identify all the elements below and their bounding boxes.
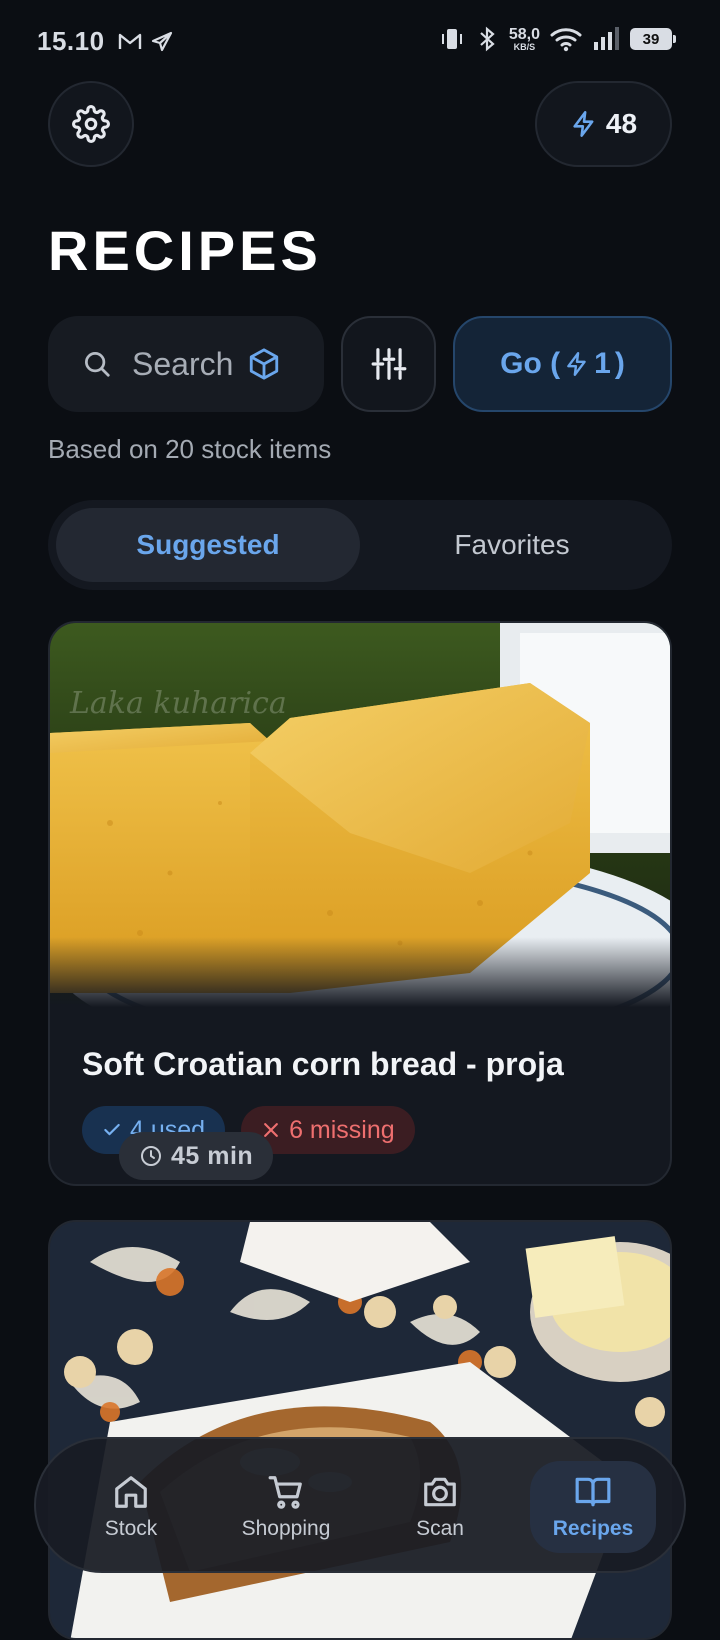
nav-scan-label: Scan [416, 1517, 464, 1540]
go-label-prefix: Go ( [500, 347, 561, 380]
go-button[interactable]: Go ( 1 ) [453, 316, 672, 412]
nav-shopping[interactable]: Shopping [223, 1461, 349, 1553]
wifi-icon [550, 26, 582, 52]
credits-count: 48 [605, 108, 638, 139]
check-icon [102, 1120, 122, 1140]
nav-stock-label: Stock [104, 1517, 158, 1540]
search-bar[interactable] [48, 316, 324, 412]
camera-icon [420, 1473, 460, 1511]
missing-label: 6 missing [289, 1115, 395, 1144]
net-speed-unit: KB/S [513, 41, 536, 52]
lightning-icon [570, 109, 598, 139]
tab-favorites[interactable]: Favorites [360, 508, 664, 582]
search-icon [82, 349, 112, 379]
home-icon [112, 1473, 150, 1511]
nav-scan[interactable]: Scan [377, 1461, 503, 1553]
time-chip: 45 min [119, 1132, 274, 1180]
lightning-icon [564, 350, 590, 378]
battery-icon: 39 [630, 28, 676, 50]
recipe-card[interactable]: Laka kuharica Soft Croatian corn bread -… [48, 621, 672, 1186]
nav-shopping-label: Shopping [241, 1517, 331, 1540]
go-cost: 1 [594, 347, 611, 380]
nav-recipes[interactable]: Recipes [530, 1461, 656, 1553]
recipe-card[interactable] [48, 1220, 672, 1640]
bluetooth-icon [475, 26, 499, 52]
bottom-navigation: Stock Shopping Scan Recipes [34, 1437, 686, 1573]
cart-icon [266, 1473, 306, 1511]
gmail-icon [118, 30, 142, 54]
signal-icon [592, 26, 620, 52]
book-icon [573, 1473, 613, 1511]
settings-button[interactable] [48, 81, 134, 167]
nav-stock[interactable]: Stock [68, 1461, 194, 1553]
filter-button[interactable] [341, 316, 436, 412]
page-title: RECIPES [48, 219, 322, 282]
recipe-title: Soft Croatian corn bread - proja [82, 1046, 564, 1082]
search-input[interactable] [132, 345, 237, 383]
go-label-suffix: ) [614, 347, 625, 380]
recipe-watermark: Laka kuharica [69, 686, 287, 721]
status-time: 15.10 [37, 26, 105, 56]
sliders-icon [370, 345, 408, 383]
vibrate-icon [439, 26, 465, 52]
recipe-image: Laka kuharica [50, 623, 670, 1007]
time-label: 45 min [171, 1141, 254, 1170]
stock-box-icon[interactable] [247, 347, 281, 381]
nav-recipes-label: Recipes [552, 1517, 634, 1540]
clock-icon [139, 1144, 163, 1168]
tab-suggested[interactable]: Suggested [56, 508, 360, 582]
credits-badge[interactable]: 48 [535, 81, 672, 167]
gear-icon [72, 105, 110, 143]
send-icon [150, 30, 174, 54]
net-speed-value: 58,0 [508, 25, 540, 43]
net-speed: 58,0 KB/S [508, 25, 540, 52]
status-bar: 15.10 58,0 KB/S 39 [0, 0, 720, 84]
recipe-image [50, 1222, 670, 1638]
stock-summary: Based on 20 stock items [48, 434, 332, 464]
tab-switcher: Suggested Favorites [48, 500, 672, 590]
